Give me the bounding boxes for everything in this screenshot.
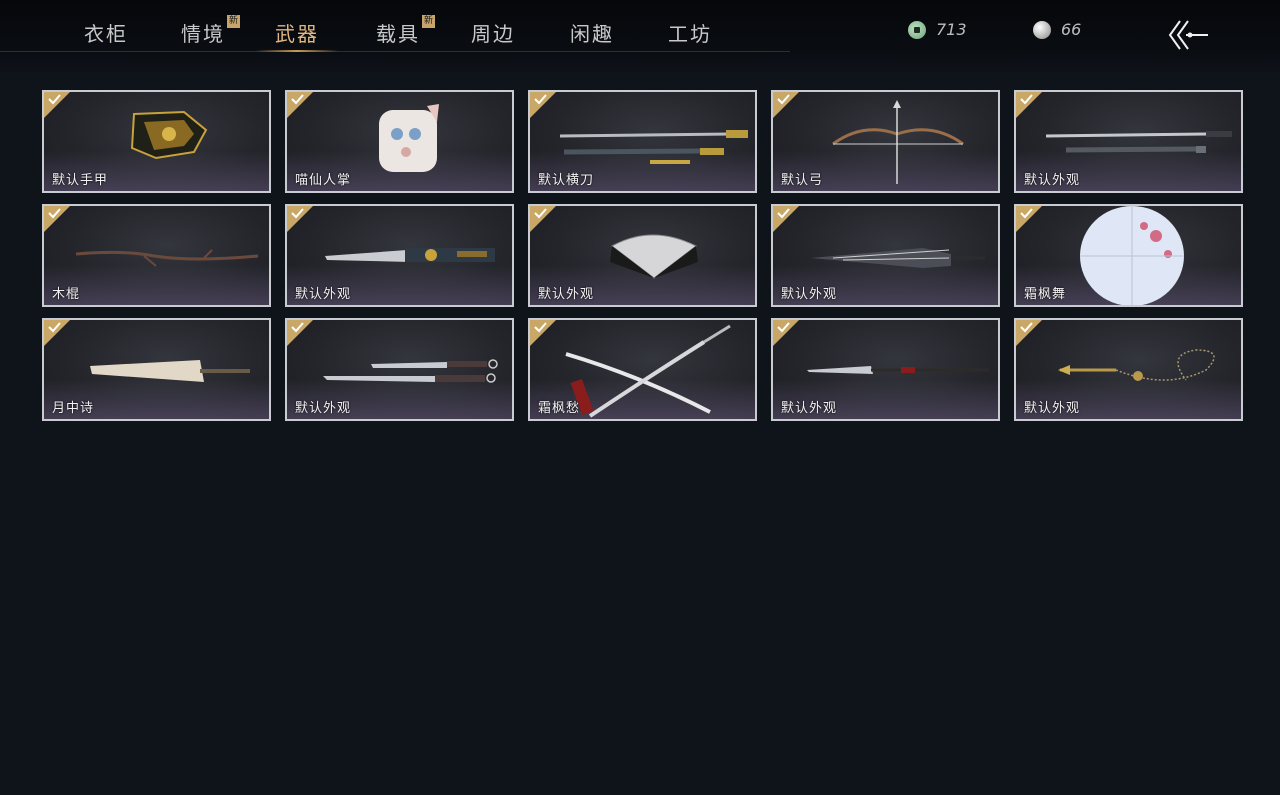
weapon-card[interactable]: 默认横刀	[528, 90, 757, 193]
check-icon	[534, 322, 547, 333]
top-bar: 衣柜 情境新 武器 载具新 周边 闲趣 工坊 713 66	[0, 0, 1280, 75]
check-icon	[777, 208, 790, 219]
check-icon	[291, 94, 304, 105]
weapon-card[interactable]: 默认手甲	[42, 90, 271, 193]
check-icon	[777, 94, 790, 105]
weapon-card[interactable]: 默认外观	[771, 204, 1000, 307]
weapon-grid: 默认手甲 喵仙人掌 默认横刀 默认弓 默认外观 木棍 默认外观 默认外观 默认外…	[42, 90, 1244, 421]
new-badge: 新	[422, 15, 435, 28]
weapon-card[interactable]: 默认外观	[1014, 318, 1243, 421]
weapon-card[interactable]: 霜枫舞	[1014, 204, 1243, 307]
pearl-icon	[1033, 20, 1051, 39]
active-tab-underline	[255, 50, 339, 52]
check-icon	[48, 322, 61, 333]
back-arrow-icon	[1168, 20, 1208, 50]
weapon-card[interactable]: 默认外观	[1014, 90, 1243, 193]
weapon-card[interactable]: 月中诗	[42, 318, 271, 421]
check-icon	[291, 322, 304, 333]
new-badge: 新	[227, 15, 240, 28]
weapon-card[interactable]: 霜枫愁	[528, 318, 757, 421]
weapon-card[interactable]: 默认外观	[285, 318, 514, 421]
weapon-card[interactable]: 默认外观	[771, 318, 1000, 421]
check-icon	[777, 322, 790, 333]
tab-leisure[interactable]: 闲趣	[570, 18, 614, 47]
check-icon	[1020, 208, 1033, 219]
check-icon	[48, 208, 61, 219]
weapon-card[interactable]: 默认外观	[528, 204, 757, 307]
check-icon	[1020, 322, 1033, 333]
weapon-card[interactable]: 默认外观	[285, 204, 514, 307]
jade-coin-icon	[908, 20, 926, 39]
weapon-card[interactable]: 木棍	[42, 204, 271, 307]
category-tabs: 衣柜 情境新 武器 载具新 周边 闲趣 工坊	[0, 0, 790, 52]
coin-balance: 713	[908, 20, 967, 39]
tab-peripherals[interactable]: 周边	[471, 18, 515, 47]
pearl-balance: 66	[1033, 20, 1081, 39]
tab-vehicles[interactable]: 载具新	[376, 15, 435, 47]
check-icon	[534, 208, 547, 219]
back-button[interactable]	[1166, 18, 1210, 52]
check-icon	[48, 94, 61, 105]
tab-weapons[interactable]: 武器	[255, 18, 339, 52]
check-icon	[534, 94, 547, 105]
weapon-card[interactable]: 默认弓	[771, 90, 1000, 193]
check-icon	[291, 208, 304, 219]
weapon-card[interactable]: 喵仙人掌	[285, 90, 514, 193]
tab-scenes[interactable]: 情境新	[181, 15, 240, 47]
tab-workshop[interactable]: 工坊	[668, 18, 712, 47]
tab-wardrobe[interactable]: 衣柜	[84, 18, 128, 47]
check-icon	[1020, 94, 1033, 105]
